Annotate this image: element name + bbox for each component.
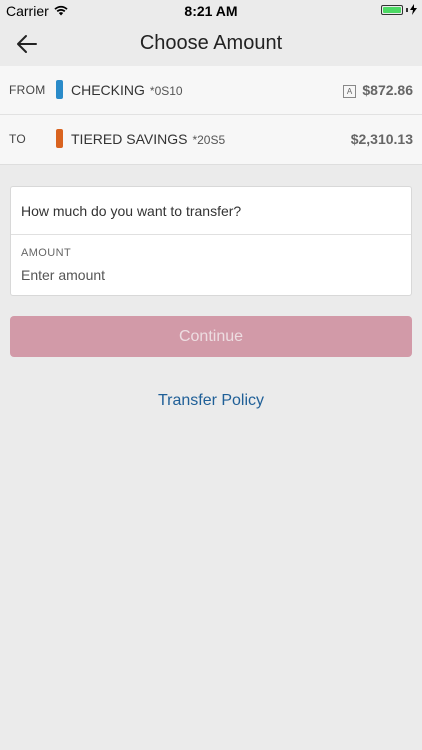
- amount-input[interactable]: [21, 267, 391, 283]
- nav-bar: Choose Amount: [0, 22, 422, 66]
- to-account-name: TIERED SAVINGS *20S5: [71, 131, 226, 147]
- accounts-panel: FROM CHECKING *0S10 A $872.86 TO TIERED S…: [0, 66, 422, 165]
- amount-label: AMOUNT: [21, 247, 72, 259]
- to-label: TO: [9, 132, 27, 146]
- account-type-badge: A: [343, 85, 356, 98]
- battery-icon: [381, 4, 417, 15]
- card-divider: [11, 234, 411, 235]
- from-account-balance: $872.86: [362, 82, 413, 98]
- to-account-row[interactable]: TO TIERED SAVINGS *20S5 $2,310.13: [0, 115, 422, 164]
- status-time: 8:21 AM: [184, 3, 238, 19]
- amount-card: How much do you want to transfer? AMOUNT: [10, 186, 412, 296]
- transfer-policy-link[interactable]: Transfer Policy: [0, 392, 422, 410]
- charging-icon: [410, 4, 417, 15]
- from-account-name: CHECKING *0S10: [71, 82, 183, 98]
- continue-button[interactable]: Continue: [10, 316, 412, 357]
- transfer-question: How much do you want to transfer?: [21, 203, 242, 219]
- from-account-row[interactable]: FROM CHECKING *0S10 A $872.86: [0, 66, 422, 115]
- from-account-number: *0S10: [149, 84, 183, 98]
- from-account-color-bar: [56, 80, 63, 99]
- to-account-number: *20S5: [192, 133, 226, 147]
- to-account-balance: $2,310.13: [350, 131, 413, 147]
- page-title: Choose Amount: [139, 32, 283, 54]
- from-label: FROM: [9, 83, 46, 97]
- to-account-color-bar: [56, 129, 63, 148]
- status-bar: Carrier 8:21 AM: [0, 0, 422, 22]
